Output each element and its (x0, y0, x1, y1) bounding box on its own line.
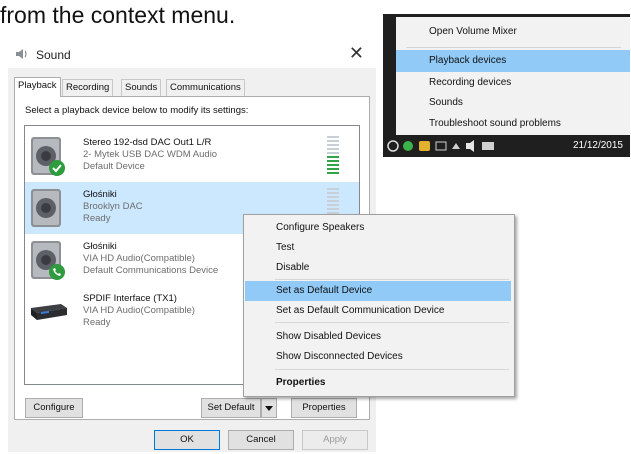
menu-item-disable[interactable]: Disable (245, 258, 511, 278)
menu-separator (275, 322, 509, 323)
device-driver: VIA HD Audio(Compatible) (83, 253, 195, 264)
device-name: Stereo 192-dsd DAC Out1 L/R (83, 137, 212, 148)
device-name: SPDIF Interface (TX1) (83, 293, 177, 304)
menu-item-sounds[interactable]: Sounds (396, 92, 630, 114)
chevron-down-icon (265, 406, 273, 411)
menu-item-set-default-communication[interactable]: Set as Default Communication Device (245, 301, 511, 321)
set-default-button[interactable]: Set Default (201, 398, 261, 418)
menu-item-playback-devices[interactable]: Playback devices (396, 50, 630, 72)
tab-communications[interactable]: Communications (166, 79, 245, 96)
menu-separator (275, 279, 509, 280)
taskbar-screenshot: Open Volume Mixer Playback devices Recor… (383, 14, 630, 157)
speaker-icon (31, 189, 61, 227)
tutorial-caption: from the context menu. (0, 2, 236, 28)
cancel-button[interactable]: Cancel (228, 430, 294, 450)
device-name: Głośniki (83, 241, 117, 252)
speaker-icon (31, 137, 65, 176)
device-driver: VIA HD Audio(Compatible) (83, 305, 195, 316)
device-status: Ready (83, 317, 111, 328)
menu-item-configure-speakers[interactable]: Configure Speakers (245, 218, 511, 238)
menu-item-show-disabled[interactable]: Show Disabled Devices (245, 327, 511, 347)
title-bar: Sound ✕ (8, 42, 376, 68)
set-default-dropdown[interactable] (261, 398, 277, 418)
level-meter (327, 136, 339, 176)
green-check-icon (49, 160, 65, 176)
spdif-device-icon (31, 304, 67, 320)
apply-button[interactable]: Apply (302, 430, 368, 450)
tab-playback[interactable]: Playback (14, 77, 61, 97)
tray-icons (387, 140, 494, 152)
speaker-icon (31, 241, 65, 280)
device-name: Głośniki (83, 189, 117, 200)
device-status: Default Device (83, 161, 145, 172)
instructions-text: Select a playback device below to modify… (25, 105, 249, 116)
menu-separator (275, 369, 509, 370)
sound-speaker-icon (16, 49, 27, 59)
device-driver: 2- Mytek USB DAC WDM Audio (83, 149, 218, 160)
volume-context-menu: Open Volume Mixer Playback devices Recor… (396, 17, 630, 135)
device-status: Ready (83, 213, 111, 224)
device-driver: Brooklyn DAC (83, 201, 143, 212)
menu-item-open-volume-mixer[interactable]: Open Volume Mixer (396, 21, 630, 43)
device-context-menu: Configure Speakers Test Disable Set as D… (243, 214, 515, 397)
dialog-title: Sound (36, 48, 71, 62)
menu-item-show-disconnected[interactable]: Show Disconnected Devices (245, 347, 511, 367)
taskbar-date: 21/12/2015 (572, 140, 623, 151)
menu-item-recording-devices[interactable]: Recording devices (396, 72, 630, 94)
device-row[interactable]: Stereo 192-dsd DAC Out1 L/R 2- Mytek USB… (25, 130, 359, 182)
tab-recording[interactable]: Recording (62, 79, 114, 96)
green-phone-icon (49, 264, 65, 280)
menu-item-troubleshoot[interactable]: Troubleshoot sound problems (396, 113, 630, 135)
tab-sounds[interactable]: Sounds (121, 79, 162, 96)
menu-item-properties[interactable]: Properties (245, 373, 511, 393)
properties-button[interactable]: Properties (291, 398, 357, 418)
device-status: Default Communications Device (83, 265, 219, 276)
configure-button[interactable]: Configure (25, 398, 83, 418)
system-tray: 21/12/2015 (383, 135, 630, 157)
menu-item-set-default-device[interactable]: Set as Default Device (245, 281, 511, 301)
close-icon[interactable]: ✕ (349, 43, 364, 64)
menu-item-test[interactable]: Test (245, 238, 511, 258)
menu-separator (406, 47, 621, 48)
ok-button[interactable]: OK (154, 430, 220, 450)
